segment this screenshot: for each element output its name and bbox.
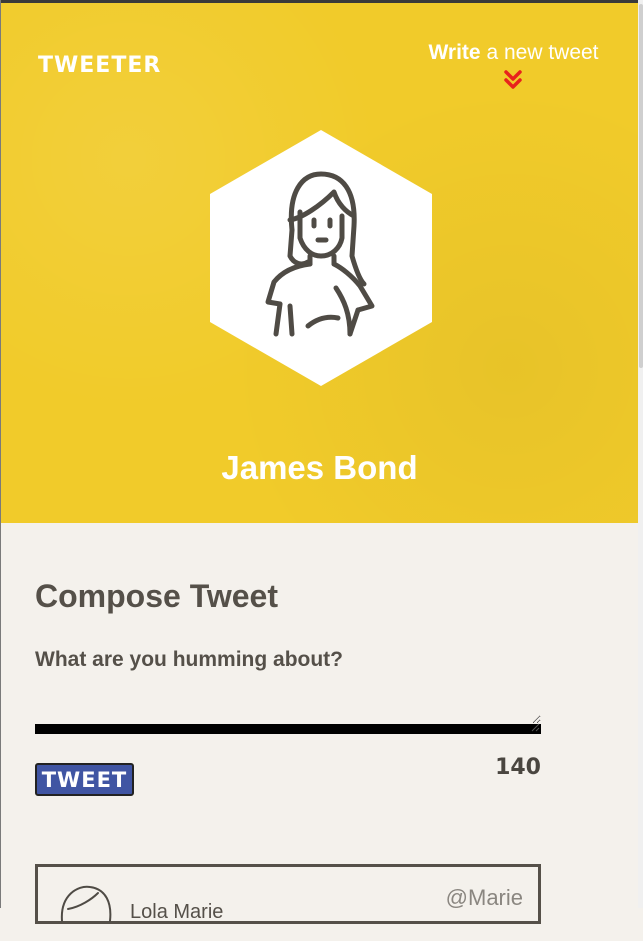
chevron-double-down-icon[interactable] <box>504 70 522 90</box>
tweet-card: Lola Marie @Marie <box>35 864 541 924</box>
compose-prompt-label: What are you humming about? <box>35 648 343 671</box>
tweet-author-handle: @Marie <box>445 885 523 910</box>
profile-header: TWEETER Write a new tweet James Bond <box>1 3 638 523</box>
write-new-tweet-link-first-word: Write <box>428 41 481 64</box>
resize-grip-icon[interactable] <box>530 722 540 732</box>
profile-name: James Bond <box>221 449 418 486</box>
user-avatar-icon <box>60 885 112 922</box>
woman-avatar-icon <box>210 130 432 386</box>
compose-title: Compose Tweet <box>35 578 278 614</box>
write-new-tweet-link[interactable]: Write a new tweet <box>421 41 606 65</box>
tweet-textarea[interactable] <box>35 690 541 734</box>
character-counter: 140 <box>495 755 541 780</box>
scrollbar-thumb[interactable] <box>639 4 643 368</box>
scrollbar[interactable] <box>638 0 643 908</box>
app-logo[interactable]: TWEETER <box>38 53 161 78</box>
write-new-tweet-link-rest: a new tweet <box>480 41 599 64</box>
tweet-submit-button[interactable]: TWEET <box>35 763 134 796</box>
tweet-author-name: Lola Marie <box>130 901 224 923</box>
